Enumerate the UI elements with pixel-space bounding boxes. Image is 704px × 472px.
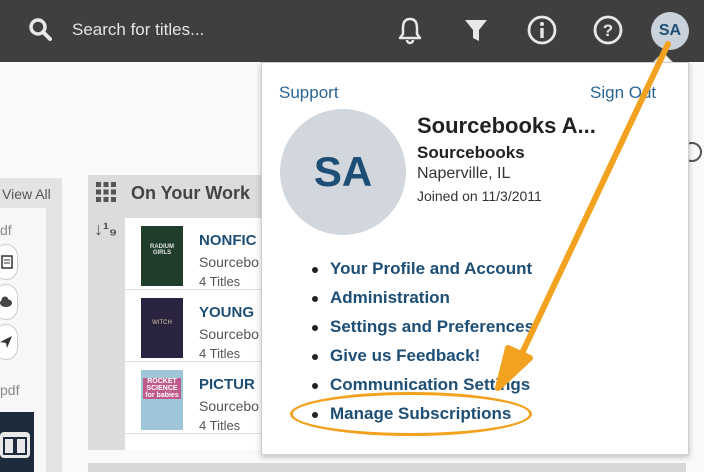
support-link[interactable]: Support [279,83,339,103]
top-navigation-bar: Search for titles... ? SA [0,0,704,62]
cover-title: WITCH [152,320,172,326]
pdf-label: df [0,222,12,238]
menu-item-feedback[interactable]: Give us Feedback! [312,346,534,375]
collection-title[interactable]: PICTUR [199,376,255,393]
help-icon[interactable]: ? [592,14,624,46]
next-shelf-card [88,463,686,472]
list-item[interactable]: RADIUM GIRLS NONFIC Sourcebo 4 Titles [125,218,268,290]
menu-item-profile[interactable]: Your Profile and Account [312,259,534,288]
grid-icon[interactable] [96,182,116,202]
works-list: RADIUM GIRLS NONFIC Sourcebo 4 Titles WI… [125,218,268,450]
sign-out-link[interactable]: Sign Out [590,83,656,103]
menu-item-settings[interactable]: Settings and Preferences [312,317,534,346]
book-cover: RADIUM GIRLS [141,226,183,286]
cloud-action-button[interactable] [0,284,18,320]
menu-item-administration[interactable]: Administration [312,288,534,317]
send-action-button[interactable] [0,324,18,360]
search-input[interactable]: Search for titles... [72,20,204,40]
collection-publisher: Sourcebo [199,326,259,342]
search-icon[interactable] [28,17,54,43]
collection-count: 4 Titles [199,346,241,361]
document-action-button[interactable] [0,244,18,280]
collection-title[interactable]: NONFIC [199,232,257,249]
user-name: Sourcebooks A... [417,113,596,138]
highlight-ellipse [290,392,532,436]
collection-publisher: Sourcebo [199,398,259,414]
location: Naperville, IL [417,165,511,182]
svg-text:?: ? [603,21,613,40]
pdf-label: pdf [0,382,20,398]
list-item[interactable]: WITCH YOUNG Sourcebo 4 Titles [125,290,268,362]
sort-numeric-icon[interactable]: ↓¹₉ [94,219,117,240]
filter-icon[interactable] [460,14,492,46]
joined-date: Joined on 11/3/2011 [417,188,542,204]
book-cover: WITCH [141,298,183,358]
list-item[interactable]: ROCKET SCIENCE for babies PICTUR Sourceb… [125,362,268,434]
cover-title: RADIUM GIRLS [150,244,174,256]
cover-title: ROCKET SCIENCE for babies [143,378,181,399]
send-icon [0,336,12,348]
collection-title[interactable]: YOUNG [199,304,254,321]
collection-count: 4 Titles [199,418,241,433]
book-cover-thumbnail[interactable] [0,412,34,472]
view-all-link[interactable]: View All [2,186,51,202]
document-icon [1,255,13,269]
organization-name: Sourcebooks [417,143,525,162]
bell-icon[interactable] [394,14,426,46]
shelf-title: On Your Work [131,183,251,203]
avatar: SA [280,109,406,235]
user-avatar-button[interactable]: SA [651,12,689,50]
info-icon[interactable] [526,14,558,46]
collection-count: 4 Titles [199,274,241,289]
collection-publisher: Sourcebo [199,254,259,270]
book-cover: ROCKET SCIENCE for babies [141,370,183,430]
book-icon [0,432,30,458]
cloud-icon [0,296,12,307]
